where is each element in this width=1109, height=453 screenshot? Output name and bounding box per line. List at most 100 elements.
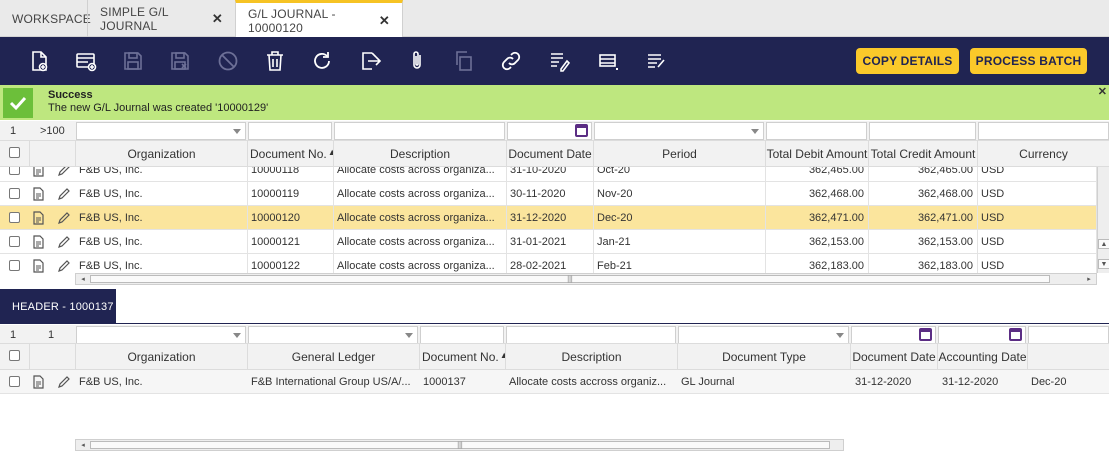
row-checkbox[interactable] [9,236,20,247]
column-header-total-debit[interactable]: Total Debit Amount [766,141,869,167]
document-icon[interactable] [32,211,45,225]
edit-icon[interactable] [57,235,70,249]
table-row[interactable]: F&B US, Inc. F&B International Group US/A… [0,370,1109,394]
attach-icon[interactable] [405,49,429,73]
grid-view-icon[interactable] [596,49,620,73]
audit-icon[interactable] [643,49,667,73]
new-document-icon[interactable] [27,49,51,73]
row-checkbox[interactable] [9,167,20,175]
delete-icon[interactable] [263,49,287,73]
accounting-date-filter[interactable] [938,326,1026,344]
document-no-filter[interactable] [248,122,332,140]
scrollbar-thumb[interactable]: ||| [90,441,830,449]
cell-document-no: 10000120 [248,206,334,230]
column-header-period[interactable] [1028,344,1109,370]
row-checkbox[interactable] [9,188,20,199]
process-batch-button[interactable]: PROCESS BATCH [970,48,1087,74]
tab-workspace[interactable]: WORKSPACE [0,0,91,37]
table-row[interactable]: F&B US, Inc. 10000118 Allocate costs acros… [0,167,1097,182]
column-header-description[interactable]: Description [506,344,678,370]
description-filter[interactable] [506,326,676,344]
tab-simple-gl-journal[interactable]: SIMPLE G/L JOURNAL ✕ [87,0,235,37]
document-icon[interactable] [32,167,45,177]
document-type-filter[interactable] [678,326,849,344]
credit-filter[interactable] [869,122,976,140]
scrollbar-thumb[interactable]: ||| [90,275,1050,283]
column-header-document-no[interactable]: Document No.▲ [420,344,506,370]
edit-icon[interactable] [57,187,70,201]
organization-filter[interactable] [76,122,246,140]
cell-description: Allocate costs across organiza... [334,182,507,206]
column-header-document-type[interactable]: Document Type [678,344,851,370]
period-filter[interactable] [1028,326,1109,344]
currency-filter[interactable] [978,122,1109,140]
row-checkbox[interactable] [9,260,20,271]
row-checkbox[interactable] [9,376,20,387]
horizontal-scrollbar[interactable]: ◂ ||| [75,439,844,451]
document-date-filter[interactable] [851,326,936,344]
debit-filter[interactable] [766,122,867,140]
table-row[interactable]: F&B US, Inc. 10000119 Allocate costs acros… [0,182,1097,206]
column-header-document-no[interactable]: Document No.▲ [248,141,334,167]
table-row[interactable]: F&B US, Inc. 10000122 Allocate costs acros… [0,254,1097,273]
edit-icon[interactable] [57,375,70,389]
column-header-organization[interactable]: Organization [76,344,248,370]
calendar-icon[interactable] [919,328,932,341]
document-icon[interactable] [32,235,45,249]
column-header-organization[interactable]: Organization [76,141,248,167]
column-header-document-date[interactable]: Document Date [507,141,594,167]
edit-icon[interactable] [57,259,70,273]
cell-document-no: 10000122 [248,254,334,273]
column-header-period[interactable]: Period [594,141,766,167]
cell-description: Allocate costs accross organiz... [509,376,667,388]
calendar-icon[interactable] [575,124,588,137]
period-filter[interactable] [594,122,764,140]
close-icon[interactable]: ✕ [379,13,390,29]
select-all-checkbox[interactable] [9,147,20,158]
scroll-up-icon[interactable]: ▲ [1098,239,1109,249]
document-icon[interactable] [32,187,45,201]
column-header-description[interactable]: Description [334,141,507,167]
organization-filter[interactable] [76,326,246,344]
document-no-filter[interactable] [420,326,504,344]
notes-icon[interactable] [547,49,571,73]
edit-icon[interactable] [57,211,70,225]
section-tab-header[interactable]: HEADER - 1000137 [0,289,116,324]
row-checkbox[interactable] [9,212,20,223]
document-icon[interactable] [32,375,45,389]
general-ledger-filter[interactable] [248,326,418,344]
scroll-left-icon[interactable]: ◂ [77,274,89,284]
description-filter[interactable] [334,122,505,140]
close-icon[interactable]: ✕ [212,11,223,27]
vertical-scrollbar[interactable]: ▲ ▼ [1097,167,1109,273]
cell-document-date: 30-11-2020 [507,182,594,206]
scroll-down-icon[interactable]: ▼ [1098,259,1109,269]
select-all-checkbox[interactable] [9,350,20,361]
column-header-currency[interactable]: Currency [978,141,1109,167]
document-date-filter[interactable] [507,122,592,140]
cell-credit: 362,465.00 [869,167,978,182]
cell-document-date: 31-01-2021 [507,230,594,254]
column-header-total-credit[interactable]: Total Credit Amount [869,141,978,167]
new-record-icon[interactable] [74,49,98,73]
table-row[interactable]: F&B US, Inc. 10000120 Allocate costs acros… [0,206,1097,230]
copy-details-button[interactable]: COPY DETAILS [856,48,959,74]
horizontal-scrollbar[interactable]: ◂ ||| ▸ [75,273,1097,285]
scroll-right-icon[interactable]: ▸ [1083,274,1095,284]
tab-gl-journal[interactable]: G/L JOURNAL - 10000120 ✕ [235,0,403,38]
column-header-document-date[interactable]: Document Date [851,344,938,370]
table-row[interactable]: F&B US, Inc. 10000121 Allocate costs acros… [0,230,1097,254]
edit-icon[interactable] [57,167,70,177]
filter-row: 1 >100 [0,121,1109,141]
column-header-label: Document No. [422,350,499,364]
document-icon[interactable] [32,259,45,273]
calendar-icon[interactable] [1009,328,1022,341]
close-icon[interactable]: ✕ [1098,85,1107,98]
cell-debit: 362,183.00 [766,254,869,273]
column-header-accounting-date[interactable]: Accounting Date [938,344,1028,370]
refresh-icon[interactable] [310,49,334,73]
link-icon[interactable] [499,49,523,73]
scroll-left-icon[interactable]: ◂ [77,440,89,450]
column-header-general-ledger[interactable]: General Ledger [248,344,420,370]
export-icon[interactable] [358,49,382,73]
